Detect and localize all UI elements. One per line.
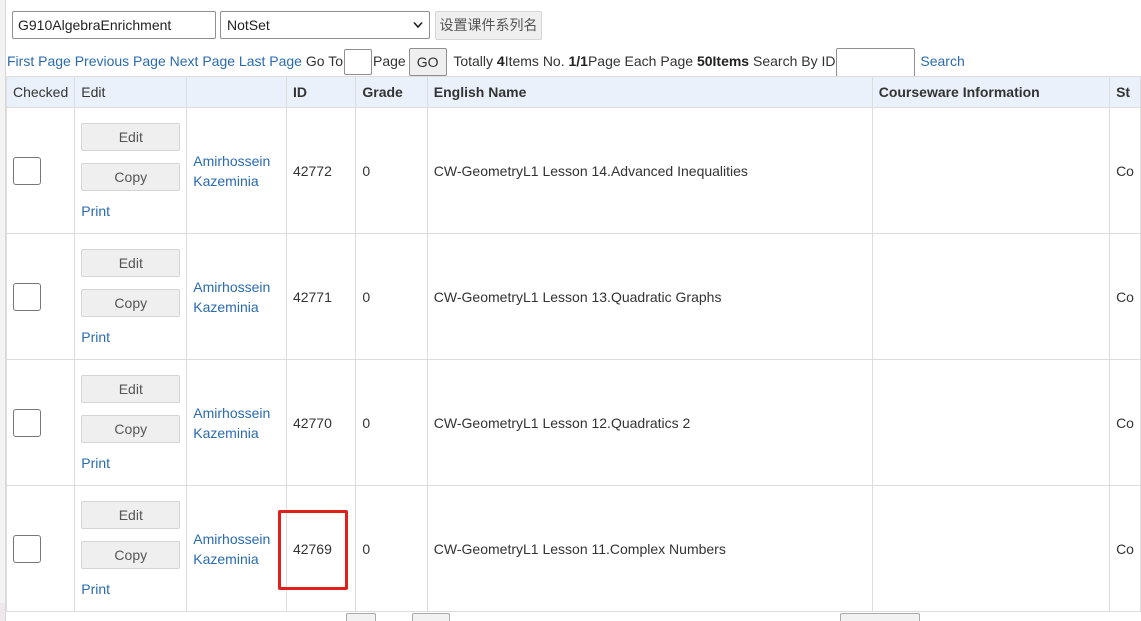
row-checkbox[interactable] bbox=[13, 282, 41, 311]
header-author bbox=[186, 76, 287, 108]
checked-cell bbox=[5, 107, 76, 234]
copy-button[interactable]: Copy bbox=[81, 288, 181, 317]
header-edit: Edit bbox=[74, 76, 188, 108]
author-first-name[interactable]: Amirhossein bbox=[193, 529, 280, 549]
edit-cell: Edit Copy Print bbox=[74, 359, 188, 486]
author-first-name[interactable]: Amirhossein bbox=[193, 277, 280, 297]
highlight-annotation-box bbox=[278, 510, 348, 590]
header-grade[interactable]: Grade bbox=[355, 76, 428, 108]
english-name-cell: CW-GeometryL1 Lesson 11.Complex Numbers bbox=[426, 485, 873, 612]
first-page-link[interactable]: First Page bbox=[7, 53, 71, 69]
edit-button[interactable]: Edit bbox=[81, 374, 181, 403]
status-cell: Co bbox=[1109, 359, 1141, 486]
goto-label: Go To bbox=[305, 53, 343, 69]
search-link[interactable]: Search bbox=[920, 53, 964, 69]
print-link[interactable]: Print bbox=[81, 581, 180, 597]
copy-button[interactable]: Copy bbox=[81, 162, 181, 191]
goto-page-input[interactable] bbox=[343, 49, 372, 76]
series-select-value: NotSet bbox=[227, 17, 270, 33]
row-checkbox[interactable] bbox=[13, 534, 41, 563]
id-cell: 42770 bbox=[285, 359, 357, 486]
author-cell: Amirhossein Kazeminia bbox=[186, 485, 287, 612]
search-id-input[interactable] bbox=[836, 47, 916, 77]
table-row: Edit Copy Print Amirhossein Kazeminia 42769 0 C… bbox=[5, 485, 1141, 612]
id-cell: 42772 bbox=[285, 107, 357, 234]
checked-cell bbox=[5, 485, 76, 612]
status-cell: Co bbox=[1109, 233, 1141, 360]
edit-button[interactable]: Edit bbox=[81, 500, 181, 529]
next-page-link[interactable]: Next Page bbox=[170, 53, 235, 69]
print-link[interactable]: Print bbox=[81, 455, 180, 471]
status-cell: Co bbox=[1109, 485, 1141, 612]
print-link[interactable]: Print bbox=[81, 203, 180, 219]
courseware-info-cell bbox=[871, 485, 1111, 612]
edit-cell: Edit Copy Print bbox=[74, 233, 188, 360]
english-name-cell: CW-GeometryL1 Lesson 12.Quadratics 2 bbox=[426, 359, 873, 486]
print-link[interactable]: Print bbox=[81, 329, 180, 345]
series-select[interactable]: NotSet bbox=[220, 11, 430, 39]
checked-cell bbox=[5, 359, 76, 486]
chevron-down-icon bbox=[413, 21, 423, 29]
author-cell: Amirhossein Kazeminia bbox=[186, 107, 287, 234]
author-last-name[interactable]: Kazeminia bbox=[193, 171, 280, 191]
page-each-label: Page Each Page bbox=[587, 53, 694, 69]
search-id-input-bottom[interactable] bbox=[840, 613, 920, 621]
header-english-name[interactable]: English Name bbox=[426, 76, 873, 108]
table-row: Edit Copy Print Amirhossein Kazeminia 42771 0 C… bbox=[5, 233, 1141, 360]
table-header-row: Checked Edit ID Grade English Name Cours… bbox=[5, 76, 1141, 108]
totally-label: Totally bbox=[453, 53, 494, 69]
previous-page-link[interactable]: Previous Page bbox=[75, 53, 166, 69]
go-button-bottom[interactable] bbox=[412, 613, 450, 621]
author-last-name[interactable]: Kazeminia bbox=[193, 549, 280, 569]
grade-cell: 0 bbox=[355, 359, 428, 486]
row-checkbox[interactable] bbox=[13, 156, 41, 185]
status-cell: Co bbox=[1109, 107, 1141, 234]
copy-button[interactable]: Copy bbox=[81, 540, 181, 569]
author-cell: Amirhossein Kazeminia bbox=[186, 359, 287, 486]
english-name-cell: CW-GeometryL1 Lesson 13.Quadratic Graphs bbox=[426, 233, 873, 360]
author-last-name[interactable]: Kazeminia bbox=[193, 297, 280, 317]
items-no-label: Items No. bbox=[504, 53, 565, 69]
set-series-button[interactable]: 设置课件系列名 bbox=[435, 11, 542, 40]
table-row: Edit Copy Print Amirhossein Kazeminia 42772 0 C… bbox=[5, 107, 1141, 234]
author-first-name[interactable]: Amirhossein bbox=[193, 151, 280, 171]
courseware-table: Checked Edit ID Grade English Name Cours… bbox=[5, 76, 1141, 612]
header-status[interactable]: St bbox=[1109, 76, 1141, 108]
header-courseware-information[interactable]: Courseware Information bbox=[871, 76, 1111, 108]
id-cell: 42771 bbox=[285, 233, 357, 360]
table-row: Edit Copy Print Amirhossein Kazeminia 42770 0 C… bbox=[5, 359, 1141, 486]
row-checkbox[interactable] bbox=[13, 408, 41, 437]
edit-cell: Edit Copy Print bbox=[74, 485, 188, 612]
edit-button[interactable]: Edit bbox=[81, 248, 181, 277]
search-by-id-label: Search By ID bbox=[753, 53, 836, 69]
author-last-name[interactable]: Kazeminia bbox=[193, 423, 280, 443]
series-name-input[interactable] bbox=[12, 11, 216, 39]
total-count: 4 bbox=[496, 53, 505, 69]
page-of: 1/1 bbox=[568, 53, 588, 69]
left-edge-accent bbox=[0, 603, 5, 621]
courseware-info-cell bbox=[871, 233, 1111, 360]
english-name-cell: CW-GeometryL1 Lesson 14.Advanced Inequal… bbox=[426, 107, 873, 234]
grade-cell: 0 bbox=[355, 107, 428, 234]
page-label: Page bbox=[372, 53, 406, 69]
checked-cell bbox=[5, 233, 76, 360]
copy-button[interactable]: Copy bbox=[81, 414, 181, 443]
page-size: 50Items bbox=[696, 53, 750, 69]
grade-cell: 0 bbox=[355, 233, 428, 360]
grade-cell: 0 bbox=[355, 485, 428, 612]
header-id[interactable]: ID bbox=[285, 76, 357, 108]
courseware-info-cell bbox=[871, 359, 1111, 486]
pagination-bar: First Page Previous Page Next Page Last … bbox=[7, 46, 965, 77]
last-page-link[interactable]: Last Page bbox=[239, 53, 302, 69]
header-checked: Checked bbox=[5, 76, 76, 108]
author-first-name[interactable]: Amirhossein bbox=[193, 403, 280, 423]
edit-button[interactable]: Edit bbox=[81, 122, 181, 151]
goto-page-input-bottom[interactable] bbox=[346, 613, 376, 621]
edit-cell: Edit Copy Print bbox=[74, 107, 188, 234]
courseware-info-cell bbox=[871, 107, 1111, 234]
author-cell: Amirhossein Kazeminia bbox=[186, 233, 287, 360]
go-button[interactable]: GO bbox=[408, 48, 447, 77]
